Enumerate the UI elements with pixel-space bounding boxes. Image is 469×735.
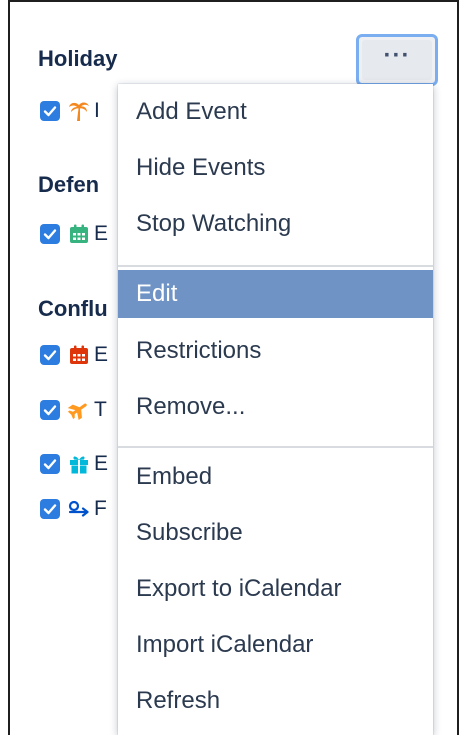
calendar-row[interactable]: T <box>40 398 107 422</box>
calendar-name: E <box>94 343 109 366</box>
calendar-icon <box>67 222 91 246</box>
section-heading-holiday: Holiday <box>38 46 118 71</box>
section-heading-conflu: Conflu <box>38 296 108 321</box>
checkbox-icon[interactable] <box>40 101 60 121</box>
menu-item-refresh[interactable]: Refresh <box>118 677 433 725</box>
menu-divider <box>118 265 433 267</box>
calendar-row[interactable]: E <box>40 452 108 476</box>
menu-item-import-icalendar[interactable]: Import iCalendar <box>118 621 433 669</box>
checkbox-icon[interactable] <box>40 454 60 474</box>
calendar-name: I <box>94 99 100 122</box>
travel-route-icon <box>67 497 91 521</box>
calendar-name: E <box>94 222 109 245</box>
calendar-row[interactable]: E <box>40 222 108 246</box>
checkbox-icon[interactable] <box>40 400 60 420</box>
menu-item-hide-events[interactable]: Hide Events <box>118 144 433 192</box>
calendar-actions-menu: Add Event Hide Events Stop Watching Edit… <box>118 84 433 735</box>
gift-icon <box>67 452 91 476</box>
menu-item-add-event[interactable]: Add Event <box>118 88 433 136</box>
calendar-row[interactable]: I <box>40 99 100 123</box>
section-heading-defen: Defen <box>38 172 100 197</box>
calendar-name: F <box>94 497 107 520</box>
menu-item-restrictions[interactable]: Restrictions <box>118 327 433 375</box>
airplane-icon <box>67 398 91 422</box>
menu-divider <box>118 446 433 448</box>
calendar-row[interactable]: E <box>40 343 108 367</box>
palm-tree-icon <box>67 99 91 123</box>
calendar-name: E <box>94 452 109 475</box>
calendar-row[interactable]: F <box>40 497 107 521</box>
menu-item-remove[interactable]: Remove... <box>118 383 433 431</box>
checkbox-icon[interactable] <box>40 499 60 519</box>
checkbox-icon[interactable] <box>40 345 60 365</box>
more-actions-button[interactable]: ··· <box>356 34 438 86</box>
calendar-name: T <box>94 398 107 421</box>
menu-item-edit[interactable]: Edit <box>118 270 433 318</box>
menu-item-embed[interactable]: Embed <box>118 453 433 501</box>
menu-item-export-icalendar[interactable]: Export to iCalendar <box>118 565 433 613</box>
checkbox-icon[interactable] <box>40 224 60 244</box>
menu-item-stop-watching[interactable]: Stop Watching <box>118 200 433 248</box>
more-dots-icon: ··· <box>362 40 432 80</box>
calendar-icon <box>67 343 91 367</box>
menu-item-subscribe[interactable]: Subscribe <box>118 509 433 557</box>
